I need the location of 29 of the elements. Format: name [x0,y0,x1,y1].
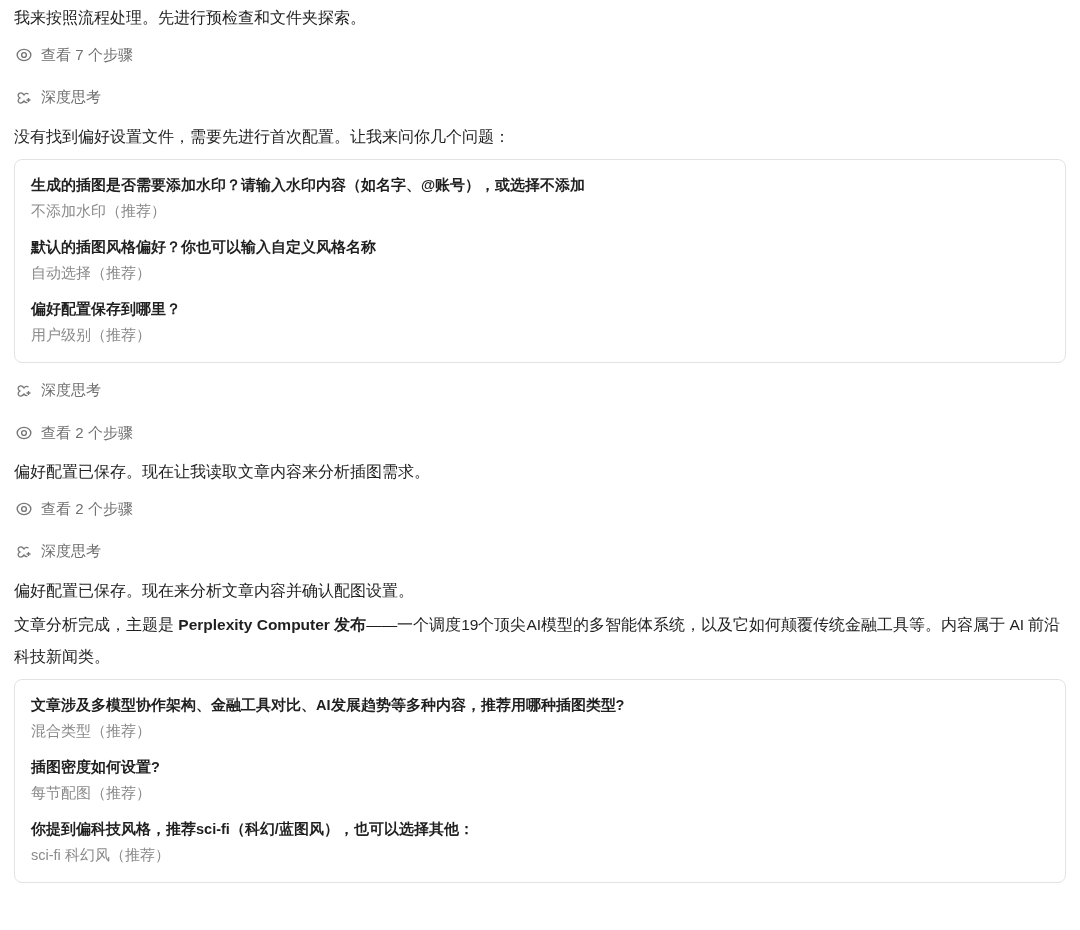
answer-text: 不添加水印（推荐） [31,202,167,221]
answer-text: sci-fi 科幻风（推荐） [31,846,171,865]
message-text: 偏好配置已保存。现在来分析文章内容并确认配图设置。 [14,581,415,601]
view-steps-button[interactable]: 查看 2 个步骤 [14,421,133,445]
message-text: 偏好配置已保存。现在让我读取文章内容来分析插图需求。 [14,462,431,482]
question-text: 文章涉及多模型协作架构、金融工具对比、AI发展趋势等多种内容，推荐用哪种插图类型? [31,696,626,715]
sparkle-loop-icon [16,543,32,560]
answer-text: 每节配图（推荐） [31,784,152,803]
view-steps-button[interactable]: 查看 7 个步骤 [14,43,133,67]
eye-icon [16,501,32,517]
view-steps-button[interactable]: 查看 2 个步骤 [14,497,133,521]
sparkle-loop-icon [16,89,32,106]
question-text: 生成的插图是否需要添加水印？请输入水印内容（如名字、@账号），或选择不添加 [31,176,587,195]
message-text: 我来按照流程处理。先进行预检查和文件夹探索。 [14,8,367,28]
deep-thinking-button[interactable]: 深度思考 [14,379,101,402]
question-text: 默认的插图风格偏好？你也可以输入自定义风格名称 [31,238,377,257]
message-text: 没有找到偏好设置文件，需要先进行首次配置。让我来问你几个问题： [14,127,511,147]
answer-text: 自动选择（推荐） [31,264,152,283]
answer-text: 混合类型（推荐） [31,722,152,741]
deep-thinking-button[interactable]: 深度思考 [14,86,101,109]
eye-icon [16,47,32,63]
deep-thinking-button[interactable]: 深度思考 [14,540,101,563]
question-text: 偏好配置保存到哪里？ [31,300,182,319]
question-text: 插图密度如何设置? [31,758,161,777]
eye-icon [16,425,32,441]
question-text: 你提到偏科技风格，推荐sci-fi（科幻/蓝图风），也可以选择其他： [31,820,475,839]
answer-text: 用户级别（推荐） [31,326,152,345]
sparkle-loop-icon [16,382,32,399]
message-text: 文章分析完成，主题是 Perplexity Computer 发布——一个调度19个顶尖AI模型的多智能体系统，以及它如何颠覆传统金融工具等。内容属于 AI 前沿科技新闻类。 [14,615,1062,667]
